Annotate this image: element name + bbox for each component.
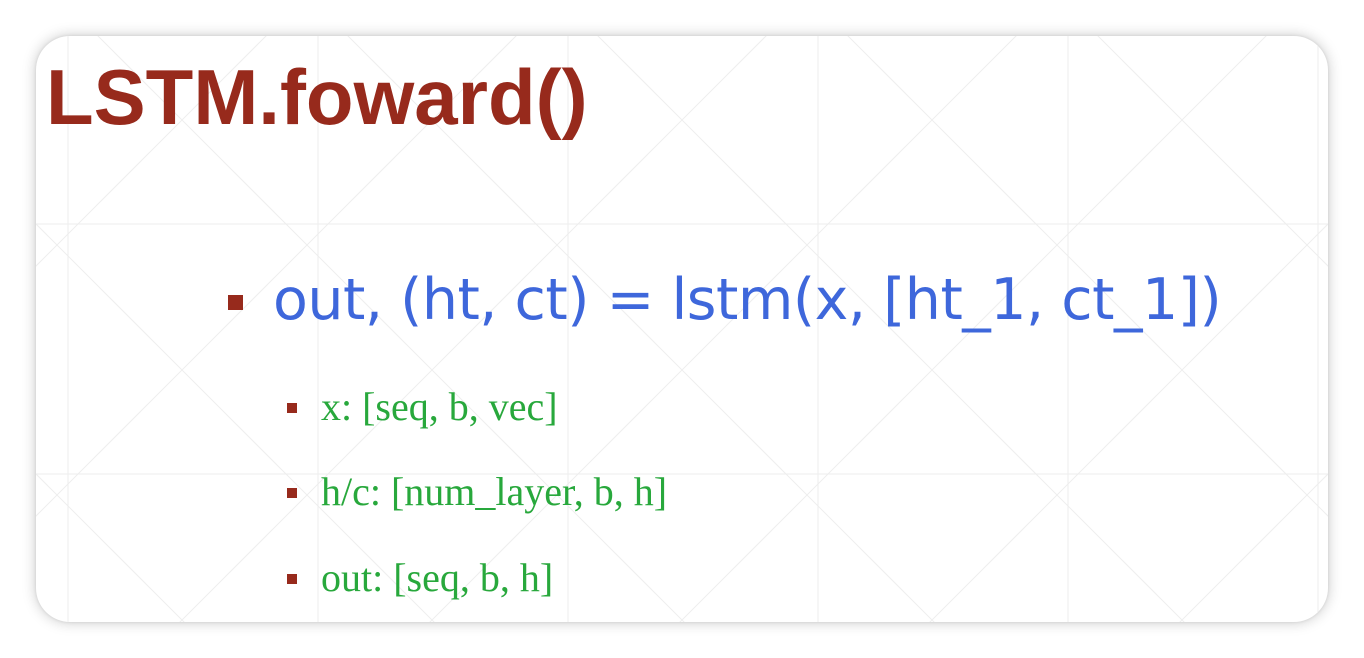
bullet-marker-icon xyxy=(287,488,297,498)
sub-bullet-out: out: [seq, b, h] xyxy=(287,558,553,598)
bullet-marker-icon xyxy=(287,403,297,413)
sub-bullet-hc: h/c: [num_layer, b, h] xyxy=(287,472,667,512)
main-bullet-text: out, (ht, ct) = lstm(x, [ht_1, ct_1]) xyxy=(273,267,1222,333)
slide-card: LSTM.foward() out, (ht, ct) = lstm(x, [h… xyxy=(36,36,1328,622)
sub-bullet-x: x: [seq, b, vec] xyxy=(287,387,558,427)
bullet-marker-icon xyxy=(228,295,243,310)
sub-bullet-text: x: [seq, b, vec] xyxy=(321,384,558,429)
sub-bullet-text: h/c: [num_layer, b, h] xyxy=(321,469,668,514)
slide-title: LSTM.foward() xyxy=(46,53,588,141)
sub-bullet-text: out: [seq, b, h] xyxy=(321,555,554,600)
bullet-marker-icon xyxy=(287,574,297,584)
main-bullet: out, (ht, ct) = lstm(x, [ht_1, ct_1]) xyxy=(228,267,1222,333)
